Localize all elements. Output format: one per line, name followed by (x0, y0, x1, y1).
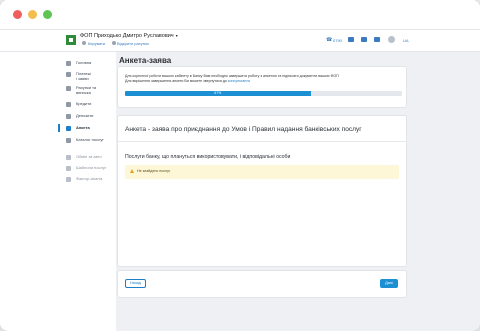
form-icon (66, 126, 71, 131)
sidebar-item-label: Головна (76, 60, 92, 65)
sidebar: Головна Платежі і заяви Рахунки та випис… (58, 52, 116, 331)
close-window-button[interactable] (13, 10, 22, 19)
analysis-icon (66, 177, 71, 182)
sidebar-item-payments[interactable]: Платежі і заяви (58, 71, 116, 81)
sidebar-item-label: Обмін та авто (76, 154, 102, 159)
home-icon (66, 61, 71, 66)
exchange-icon (66, 155, 71, 160)
page-title: Анкета-заява (119, 56, 172, 65)
active-indicator (58, 124, 60, 132)
info-line-2-text: Для вирішення завершення анкети Ви может… (125, 79, 228, 83)
sidebar-item-analysis[interactable]: Фактор-аналіз (58, 176, 116, 186)
deposit-icon (66, 114, 71, 119)
sidebar-item-label: Кредити (76, 101, 92, 106)
section-title: Послуги банку, що плануться використовув… (125, 154, 291, 160)
phone-number[interactable]: 0790 (333, 38, 342, 43)
catalog-icon (66, 138, 71, 143)
company-selector[interactable]: ФОП Приходько Дмитро Руславович ▾ (80, 33, 178, 39)
manage-link[interactable]: Керувати (88, 41, 105, 46)
sidebar-item-label: Каталог послуг (76, 137, 104, 142)
sidebar-item-home[interactable]: Головна (58, 60, 116, 70)
avatar[interactable] (388, 36, 395, 43)
sidebar-item-deposits[interactable]: Депозити (58, 113, 116, 123)
sidebar-item-label: Фактор-аналіз (76, 176, 103, 181)
warning-icon (130, 169, 134, 173)
app-window: ФОП Приходько Дмитро Руславович ▾ Керуват… (0, 0, 480, 331)
open-account-icon (112, 41, 116, 45)
next-button[interactable]: Далі (380, 279, 398, 288)
minimize-window-button[interactable] (28, 10, 37, 19)
divider (118, 141, 406, 142)
sidebar-item-accounts[interactable]: Рахунки та виписка (58, 85, 116, 95)
sidebar-item-label: Анкета (76, 125, 90, 130)
credit-icon (66, 102, 71, 107)
chat-icon[interactable] (348, 37, 354, 42)
sidebar-item-label: Шаблони послуг (76, 165, 107, 170)
accounts-icon (66, 86, 71, 91)
language-switch[interactable]: UA (403, 38, 409, 43)
sidebar-item-templates[interactable]: Шаблони послуг (58, 165, 116, 175)
phone-icon[interactable]: ☎ (326, 37, 332, 43)
info-line-2: Для вирішення завершення анкети Ви может… (125, 79, 400, 84)
sidebar-item-label: Депозити (76, 113, 94, 118)
title-bar (0, 0, 480, 30)
template-icon (66, 166, 71, 171)
bank-logo-icon[interactable] (66, 35, 76, 45)
progress-label: 67% (214, 91, 222, 95)
sidebar-item-label: Рахунки та виписка (76, 85, 97, 95)
sidebar-item-label: Платежі і заяви (76, 71, 91, 81)
consultant-link[interactable]: консультанта (228, 79, 250, 83)
open-account-link[interactable]: Відкрити рахунок (117, 41, 149, 46)
sidebar-item-catalog[interactable]: Каталог послуг (58, 137, 116, 147)
info-card (118, 67, 406, 107)
bell-icon[interactable] (361, 37, 367, 42)
maximize-window-button[interactable] (43, 10, 52, 19)
warning-text: Не знайдено послуг (137, 169, 171, 173)
manage-icon (82, 41, 86, 45)
back-button[interactable]: Назад (125, 279, 146, 288)
graduation-icon[interactable] (374, 37, 380, 42)
sidebar-item-exchange[interactable]: Обмін та авто (58, 154, 116, 164)
progress-bar: 67% (125, 91, 402, 96)
sidebar-item-form[interactable]: Анкета (58, 124, 116, 135)
footer-card (118, 271, 406, 297)
chevron-down-icon: ▾ (175, 33, 178, 38)
info-text: Для коректної роботи вашого кабінету в Б… (125, 74, 400, 84)
form-card (118, 116, 406, 266)
company-name: ФОП Приходько Дмитро Руславович (80, 33, 174, 39)
sidebar-item-credits[interactable]: Кредити (58, 101, 116, 111)
payments-icon (66, 72, 71, 77)
form-card-title: Анкета - заява про приєднання до Умов і … (125, 126, 362, 133)
